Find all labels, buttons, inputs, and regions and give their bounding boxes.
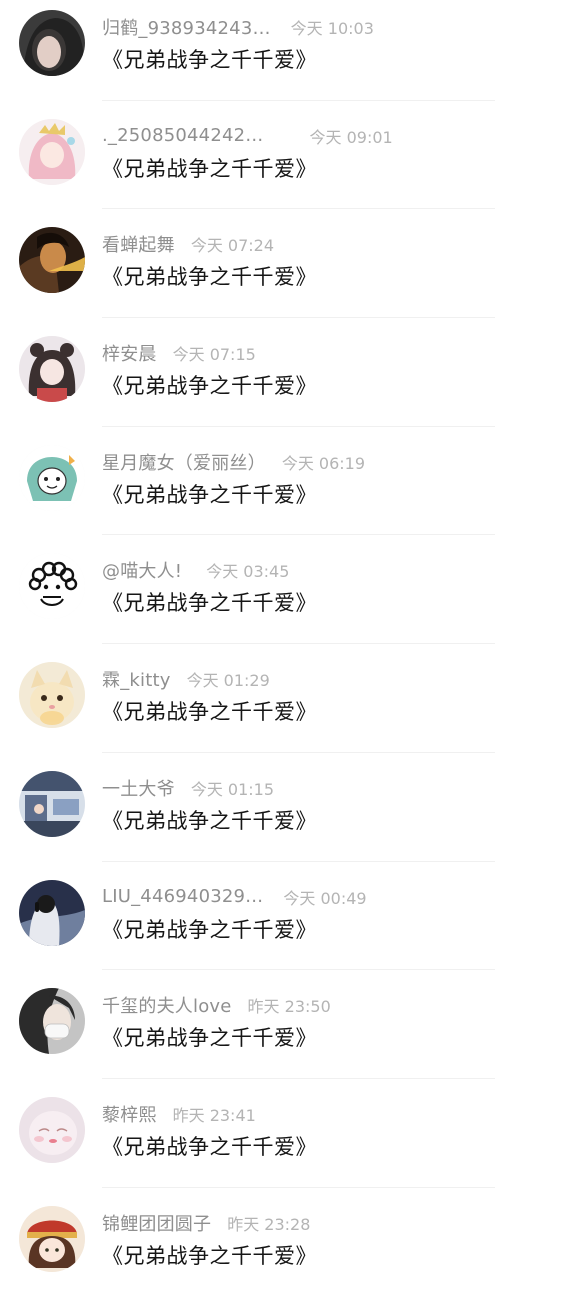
message-meta: 梓安晨 今天 07:15 <box>102 340 256 366</box>
avatar-image <box>19 227 85 294</box>
message-time: 今天 01:29 <box>186 671 270 691</box>
sender-name[interactable]: 千玺的夫人love <box>102 992 232 1018</box>
message-time: 今天 09:01 <box>309 127 393 147</box>
sender-name[interactable]: ._25085044242… <box>102 125 264 146</box>
list-item[interactable]: 霖_kitty 今天 01:29 《兄弟战争之千千爱》 <box>0 644 579 753</box>
message-meta: 藜梓熙 昨天 23:41 <box>102 1101 256 1127</box>
message-time: 今天 10:03 <box>290 19 374 38</box>
sender-name[interactable]: 藜梓熙 <box>102 1101 157 1127</box>
avatar-image <box>19 444 85 511</box>
message-time: 今天 01:15 <box>190 779 275 799</box>
message-meta: LIU_446940329… 今天 00:49 <box>102 884 367 910</box>
list-item[interactable]: 梓安晨 今天 07:15 《兄弟战争之千千爱》 <box>0 318 579 427</box>
avatar-image <box>19 336 85 403</box>
message-text: 《兄弟战争之千千爱》 <box>102 374 317 399</box>
message-time: 昨天 23:28 <box>227 1214 311 1234</box>
message-text: 《兄弟战争之千千爱》 <box>102 156 317 181</box>
avatar-image <box>19 770 85 837</box>
avatar[interactable] <box>19 444 85 511</box>
message-text: 《兄弟战争之千千爱》 <box>102 808 317 833</box>
sender-name[interactable]: 归鹤_938934243… <box>102 14 271 40</box>
message-meta: 锦鲤团团圆子 昨天 23:28 <box>102 1210 310 1236</box>
avatar[interactable] <box>19 336 85 403</box>
sender-name[interactable]: 一土大爷 <box>102 775 175 801</box>
sender-name[interactable]: 星月魔女（爱丽丝） <box>102 449 266 475</box>
list-item[interactable]: LIU_446940329… 今天 00:49 《兄弟战争之千千爱》 <box>0 862 579 971</box>
message-time: 今天 07:15 <box>172 345 256 365</box>
sender-name[interactable]: LIU_446940329… <box>102 886 263 907</box>
avatar-image <box>19 988 85 1055</box>
avatar-image <box>19 879 85 946</box>
message-text: 《兄弟战争之千千爱》 <box>102 700 317 725</box>
list-item[interactable]: 归鹤_938934243… 今天 10:03 《兄弟战争之千千爱》 <box>0 0 579 101</box>
message-time: 今天 03:45 <box>206 562 290 582</box>
message-meta: @喵大人! 今天 03:45 <box>102 557 289 583</box>
avatar-image <box>19 1205 85 1272</box>
avatar-image <box>19 553 85 620</box>
list-item[interactable]: 藜梓熙 昨天 23:41 《兄弟战争之千千爱》 <box>0 1079 579 1188</box>
message-meta: 归鹤_938934243… 今天 10:03 <box>102 14 374 40</box>
avatar[interactable] <box>19 553 85 620</box>
sender-name[interactable]: 看蝉起舞 <box>102 231 175 257</box>
sender-name[interactable]: 霖_kitty <box>102 666 171 692</box>
message-text: 《兄弟战争之千千爱》 <box>102 1134 317 1159</box>
avatar[interactable] <box>19 662 85 729</box>
list-item[interactable]: 星月魔女（爱丽丝） 今天 06:19 《兄弟战争之千千爱》 <box>0 427 579 536</box>
message-meta: 看蝉起舞 今天 07:24 <box>102 231 274 257</box>
list-item[interactable]: 一土大爷 今天 01:15 《兄弟战争之千千爱》 <box>0 753 579 862</box>
avatar[interactable] <box>19 770 85 837</box>
avatar-image <box>19 662 85 729</box>
sender-name[interactable]: @喵大人! <box>102 557 182 583</box>
avatar-image <box>19 118 85 185</box>
list-item[interactable]: ._25085044242… 今天 09:01 《兄弟战争之千千爱》 <box>0 101 579 210</box>
message-time: 昨天 23:50 <box>247 997 331 1017</box>
avatar[interactable] <box>19 1096 85 1163</box>
message-text: 《兄弟战争之千千爱》 <box>102 482 317 507</box>
avatar-image <box>19 10 85 76</box>
message-time: 今天 06:19 <box>281 453 366 473</box>
list-item[interactable]: @喵大人! 今天 03:45 《兄弟战争之千千爱》 <box>0 535 579 644</box>
message-text: 《兄弟战争之千千爱》 <box>102 48 317 72</box>
avatar[interactable] <box>19 988 85 1055</box>
avatar-image <box>19 1096 85 1163</box>
message-meta: 千玺的夫人love 昨天 23:50 <box>102 992 331 1018</box>
message-meta: 星月魔女（爱丽丝） 今天 06:19 <box>102 449 365 475</box>
message-time: 昨天 23:41 <box>172 1105 256 1125</box>
message-text: 《兄弟战争之千千爱》 <box>102 1026 317 1051</box>
message-meta: 霖_kitty 今天 01:29 <box>102 666 270 692</box>
message-time: 今天 07:24 <box>190 236 275 256</box>
list-item[interactable]: 看蝉起舞 今天 07:24 《兄弟战争之千千爱》 <box>0 209 579 318</box>
message-text: 《兄弟战争之千千爱》 <box>102 917 317 942</box>
message-text: 《兄弟战争之千千爱》 <box>102 265 317 290</box>
avatar[interactable] <box>19 1205 85 1272</box>
avatar[interactable] <box>19 879 85 946</box>
message-text: 《兄弟战争之千千爱》 <box>102 1243 317 1268</box>
avatar[interactable] <box>19 227 85 294</box>
message-text: 《兄弟战争之千千爱》 <box>102 591 317 616</box>
avatar[interactable] <box>19 118 85 185</box>
sender-name[interactable]: 锦鲤团团圆子 <box>102 1210 211 1236</box>
message-list: 归鹤_938934243… 今天 10:03 《兄弟战争之千千爱》 ._2508… <box>0 0 579 1296</box>
list-item[interactable]: 千玺的夫人love 昨天 23:50 《兄弟战争之千千爱》 <box>0 970 579 1079</box>
sender-name[interactable]: 梓安晨 <box>102 340 157 366</box>
message-meta: 一土大爷 今天 01:15 <box>102 775 274 801</box>
message-meta: ._25085044242… 今天 09:01 <box>102 123 393 149</box>
message-time: 今天 00:49 <box>283 888 367 908</box>
avatar[interactable] <box>19 10 85 76</box>
